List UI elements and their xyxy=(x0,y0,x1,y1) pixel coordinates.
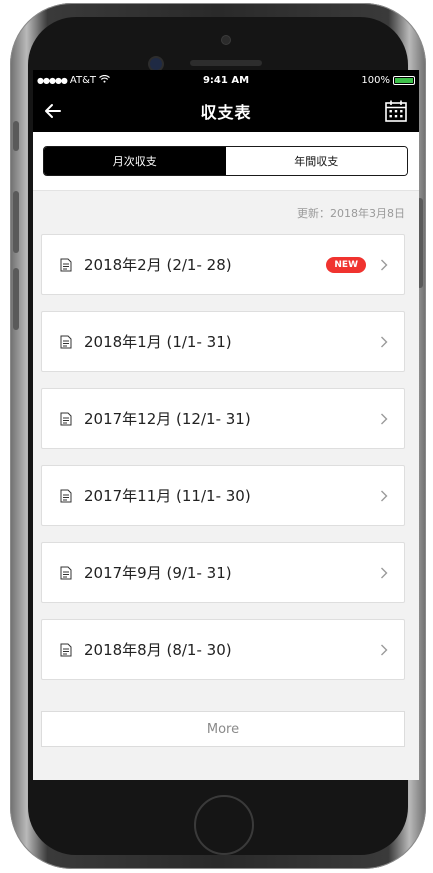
calendar-icon xyxy=(385,100,407,122)
last-updated-text: 更新：2018年3月8日 xyxy=(297,207,405,220)
battery-icon xyxy=(393,75,415,85)
tab-monthly[interactable]: 月次収支 xyxy=(44,147,226,175)
navigation-bar: 収支表 xyxy=(33,90,419,132)
period-label: 2017年11月 (11/1- 30) xyxy=(84,487,251,505)
front-camera xyxy=(150,58,162,70)
chevron-right-icon xyxy=(381,259,388,270)
arrow-left-icon xyxy=(45,104,61,118)
list-item[interactable]: 2018年1月 (1/1- 31) xyxy=(41,311,405,372)
period-label: 2017年9月 (9/1- 31) xyxy=(84,564,232,582)
document-icon xyxy=(60,335,72,348)
chevron-right-icon xyxy=(381,644,388,655)
period-segmented-control: 月次収支 年間収支 xyxy=(43,146,408,176)
list-item[interactable]: 2017年9月 (9/1- 31) xyxy=(41,542,405,603)
chevron-right-icon xyxy=(381,490,388,501)
chevron-right-icon xyxy=(381,336,388,347)
document-icon xyxy=(60,489,72,502)
earpiece-speaker xyxy=(190,60,262,66)
list-item[interactable]: 2017年12月 (12/1- 31) xyxy=(41,388,405,449)
front-sensor xyxy=(222,36,230,44)
period-label: 2017年12月 (12/1- 31) xyxy=(84,410,251,428)
list-item[interactable]: 2018年8月 (8/1- 30) xyxy=(41,619,405,680)
phone-mockup: ●●●●● AT&T 9:41 AM 100% 収支表 月次収支 年間収支 更新… xyxy=(0,0,433,873)
app-screen: ●●●●● AT&T 9:41 AM 100% 収支表 月次収支 年間収支 更新… xyxy=(33,70,419,780)
chevron-right-icon xyxy=(381,567,388,578)
calendar-button[interactable] xyxy=(383,98,409,124)
list-item[interactable]: 2018年2月 (2/1- 28) NEW xyxy=(41,234,405,295)
volume-up-button xyxy=(13,191,19,253)
document-icon xyxy=(60,412,72,425)
new-badge: NEW xyxy=(326,256,366,273)
home-button[interactable] xyxy=(194,795,254,855)
mute-switch xyxy=(13,121,19,151)
document-icon xyxy=(60,258,72,271)
tab-annual[interactable]: 年間収支 xyxy=(225,147,407,175)
document-icon xyxy=(60,566,72,579)
chevron-right-icon xyxy=(381,413,388,424)
more-button[interactable]: More xyxy=(41,711,405,747)
document-icon xyxy=(60,643,72,656)
page-title: 収支表 xyxy=(200,103,252,122)
list-item[interactable]: 2017年11月 (11/1- 30) xyxy=(41,465,405,526)
segment-area: 月次収支 年間収支 xyxy=(33,132,419,191)
status-bar: ●●●●● AT&T 9:41 AM 100% xyxy=(33,70,419,90)
period-label: 2018年1月 (1/1- 31) xyxy=(84,333,232,351)
volume-down-button xyxy=(13,268,19,330)
status-time: 9:41 AM xyxy=(202,74,250,86)
period-label: 2018年8月 (8/1- 30) xyxy=(84,641,232,659)
period-label: 2018年2月 (2/1- 28) xyxy=(84,256,232,274)
back-button[interactable] xyxy=(41,99,65,123)
